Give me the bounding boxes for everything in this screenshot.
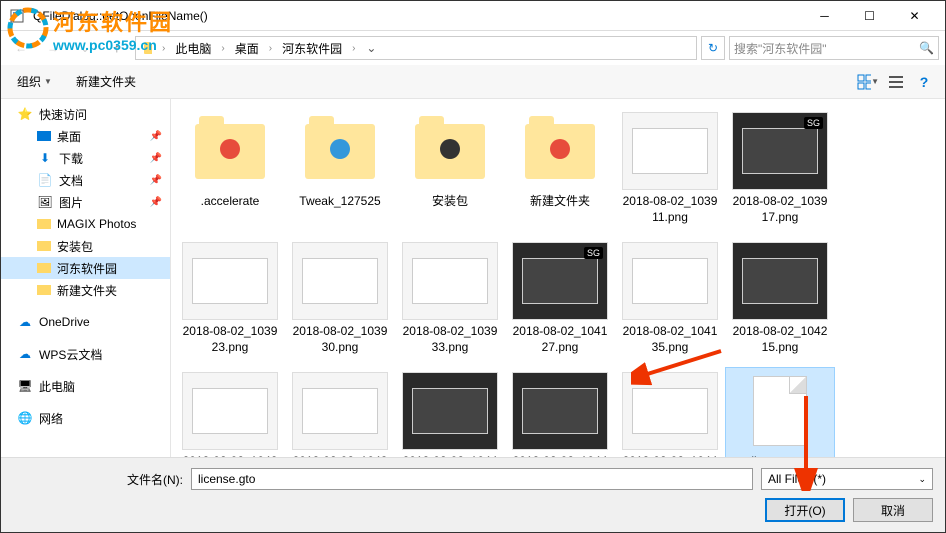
organize-menu[interactable]: 组织▼ xyxy=(11,70,58,93)
file-item[interactable]: 2018-08-02_103923.png xyxy=(175,237,285,367)
sidebar-network[interactable]: 🌐网络 xyxy=(1,407,170,429)
close-button[interactable]: ✕ xyxy=(892,1,937,30)
file-name: 2018-08-02_103911.png xyxy=(620,194,720,225)
sidebar-wps[interactable]: ☁WPS云文档 xyxy=(1,343,170,365)
file-name: 2018-08-02_103917.png xyxy=(730,194,830,225)
navbar: ← → ⌄ ↑ › 此电脑 › 桌面 › 河东软件园 › ⌄ ↻ 搜索"河东软件… xyxy=(1,31,945,65)
sidebar-item-downloads[interactable]: ⬇下载📌 xyxy=(1,147,170,169)
refresh-button[interactable]: ↻ xyxy=(701,36,725,60)
back-button[interactable]: ← xyxy=(7,34,35,62)
newfolder-button[interactable]: 新建文件夹 xyxy=(70,70,142,93)
chevron-icon: › xyxy=(158,43,169,54)
file-name: 2018-08-02_104127.png xyxy=(510,324,610,355)
filename-label: 文件名(N): xyxy=(13,471,183,488)
folder-icon xyxy=(140,40,156,56)
file-item[interactable]: Tweak_127525 xyxy=(285,107,395,237)
computer-icon: 🖥 xyxy=(17,378,33,394)
file-item[interactable]: SG2018-08-02_104127.png xyxy=(505,237,615,367)
sidebar-thispc[interactable]: 🖥此电脑 xyxy=(1,375,170,397)
file-item[interactable]: SG2018-08-02_103917.png xyxy=(725,107,835,237)
folder-icon xyxy=(37,263,51,273)
file-item[interactable]: 2018-08-02_104135.png xyxy=(615,237,725,367)
picture-icon: 🖼 xyxy=(37,194,53,210)
sidebar-onedrive[interactable]: ☁OneDrive xyxy=(1,311,170,333)
folder-icon xyxy=(37,241,51,251)
cloud-icon: ☁ xyxy=(17,346,33,362)
breadcrumb[interactable]: › 此电脑 › 桌面 › 河东软件园 › ⌄ xyxy=(135,36,697,60)
file-name: 2018-08-02_104135.png xyxy=(620,324,720,355)
up-button[interactable]: ↑ xyxy=(103,34,131,62)
forward-button[interactable]: → xyxy=(39,34,67,62)
file-name: 新建文件夹 xyxy=(530,194,590,210)
desktop-icon xyxy=(37,131,51,141)
file-name: 2018-08-02_103933.png xyxy=(400,324,500,355)
sidebar-item-hedong[interactable]: 河东软件园 xyxy=(1,257,170,279)
sidebar-quick-access[interactable]: ⭐快速访问 xyxy=(1,103,170,125)
filename-input[interactable] xyxy=(191,468,753,490)
pin-icon: 📌 xyxy=(150,131,162,142)
filter-select[interactable]: All Files (*)⌄ xyxy=(761,468,933,490)
file-name: 2018-08-02_103930.png xyxy=(290,324,390,355)
breadcrumb-dropdown[interactable]: ⌄ xyxy=(361,41,381,55)
window-title: QFileDialog::getOpenFileName() xyxy=(33,9,802,23)
view-icons-button[interactable]: ▼ xyxy=(857,71,879,93)
chevron-icon: › xyxy=(265,43,276,54)
file-item[interactable]: 2018-08-02_104215.png xyxy=(725,237,835,367)
folder-icon xyxy=(37,219,51,229)
sidebar-item-magix[interactable]: MAGIX Photos xyxy=(1,213,170,235)
file-name: .accelerate xyxy=(201,194,260,210)
file-item[interactable]: 2018-08-02_103933.png xyxy=(395,237,505,367)
folder-icon xyxy=(37,285,51,295)
sidebar-item-desktop[interactable]: 桌面📌 xyxy=(1,125,170,147)
file-grid[interactable]: .accelerate Tweak_127525 安装包 新建文件夹 2018-08-0… xyxy=(171,99,945,479)
file-item[interactable]: 2018-08-02_103911.png xyxy=(615,107,725,237)
search-input[interactable]: 搜索"河东软件园" 🔍 xyxy=(729,36,939,60)
sidebar-item-install[interactable]: 安装包 xyxy=(1,235,170,257)
minimize-button[interactable]: ─ xyxy=(802,1,847,30)
recent-dropdown[interactable]: ⌄ xyxy=(71,34,99,62)
footer: 文件名(N): All Files (*)⌄ 打开(O) 取消 xyxy=(1,457,945,532)
open-button[interactable]: 打开(O) xyxy=(765,498,845,522)
help-button[interactable]: ? xyxy=(913,71,935,93)
file-item[interactable]: 2018-08-02_103930.png xyxy=(285,237,395,367)
chevron-icon: › xyxy=(348,43,359,54)
pin-icon: 📌 xyxy=(150,175,162,186)
cloud-icon: ☁ xyxy=(17,314,33,330)
breadcrumb-item[interactable]: 桌面 xyxy=(231,40,263,57)
titlebar: QFileDialog::getOpenFileName() ─ ☐ ✕ xyxy=(1,1,945,31)
star-icon: ⭐ xyxy=(17,106,33,122)
sidebar-item-documents[interactable]: 📄文档📌 xyxy=(1,169,170,191)
toolbar: 组织▼ 新建文件夹 ▼ ? xyxy=(1,65,945,99)
pin-icon: 📌 xyxy=(150,197,162,208)
cancel-button[interactable]: 取消 xyxy=(853,498,933,522)
search-placeholder: 搜索"河东软件园" xyxy=(734,40,827,57)
chevron-icon: › xyxy=(217,43,228,54)
view-details-button[interactable] xyxy=(885,71,907,93)
file-item[interactable]: 新建文件夹 xyxy=(505,107,615,237)
app-icon xyxy=(9,8,25,24)
file-item[interactable]: 安装包 xyxy=(395,107,505,237)
sidebar-item-newfolder[interactable]: 新建文件夹 xyxy=(1,279,170,301)
sidebar-item-pictures[interactable]: 🖼图片📌 xyxy=(1,191,170,213)
network-icon: 🌐 xyxy=(17,410,33,426)
download-icon: ⬇ xyxy=(37,150,53,166)
file-name: 安装包 xyxy=(432,194,468,210)
pin-icon: 📌 xyxy=(150,153,162,164)
maximize-button[interactable]: ☐ xyxy=(847,1,892,30)
file-name: Tweak_127525 xyxy=(299,194,380,210)
sidebar: ⭐快速访问 桌面📌 ⬇下载📌 📄文档📌 🖼图片📌 MAGIX Photos 安装… xyxy=(1,99,171,479)
search-icon: 🔍 xyxy=(919,41,934,55)
document-icon: 📄 xyxy=(37,172,53,188)
file-name: 2018-08-02_104215.png xyxy=(730,324,830,355)
breadcrumb-item[interactable]: 此电脑 xyxy=(171,40,215,57)
file-name: 2018-08-02_103923.png xyxy=(180,324,280,355)
file-item[interactable]: .accelerate xyxy=(175,107,285,237)
breadcrumb-item[interactable]: 河东软件园 xyxy=(278,40,346,57)
